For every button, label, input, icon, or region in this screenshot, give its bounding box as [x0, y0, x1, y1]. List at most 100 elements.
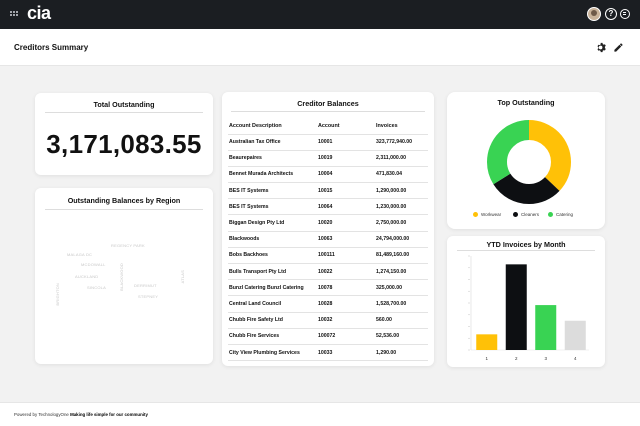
word-cloud-word[interactable]: REGENCY PARK	[111, 243, 145, 248]
table-row[interactable]: Bulls Transport Pty Ltd 10022 1,274,150.00	[228, 263, 428, 281]
cell-invoices: 325,000.00	[375, 279, 428, 297]
cell-description: Bunzl Catering Bunzl Catering	[228, 279, 317, 297]
bar-month-2[interactable]	[505, 264, 527, 350]
table-row[interactable]: Chubb Fire Services 100072 52,536.00	[228, 328, 428, 345]
legend-item-workwear[interactable]: Workwear	[473, 212, 502, 218]
table-row[interactable]: Beaurepaires 10019 2,311,000.00	[228, 150, 428, 167]
cell-description: BES IT Systems	[228, 182, 317, 200]
ytd-bar-chart: 1 2 3 4	[468, 255, 589, 361]
table-header-row: Account Description Account Invoices	[228, 119, 428, 135]
creditor-balances-title: Creditor Balances	[297, 99, 359, 108]
x-tick-label: 3	[544, 356, 547, 361]
help-icon[interactable]: ?	[605, 8, 617, 20]
cell-account: 10033	[317, 344, 375, 362]
cell-account: 10022	[317, 263, 375, 281]
legend-label: Cleaners	[521, 212, 540, 217]
cell-description: Chubb Fire Safety Ltd	[228, 312, 317, 329]
word-cloud-word[interactable]: MCDOWALL	[81, 262, 106, 267]
word-cloud-word[interactable]: AUCKLAND	[75, 274, 98, 279]
cell-invoices: 1,290.00	[375, 344, 428, 362]
legend-item-cleaners[interactable]: Cleaners	[513, 212, 540, 218]
cell-description: Bobs Backhoes	[228, 247, 317, 265]
bar-month-3[interactable]	[535, 305, 557, 350]
word-cloud-word[interactable]: DERRIMUT	[134, 283, 157, 288]
divider	[45, 112, 203, 113]
word-cloud-word[interactable]: BRIGHTON	[55, 283, 60, 306]
cell-invoices: 24,794,000.00	[375, 231, 428, 248]
legend-swatch	[548, 212, 553, 218]
app-logo[interactable]: cia	[27, 3, 51, 24]
cell-description: Australian Tax Office	[228, 134, 317, 151]
cell-invoices: 2,311,000.00	[375, 150, 428, 167]
top-outstanding-card: Top Outstanding Workwear Cleaners Cateri…	[447, 92, 605, 229]
cell-account: 10078	[317, 279, 375, 297]
footer: Powered by TechnologyOne Making life sim…	[0, 402, 640, 426]
avatar[interactable]	[587, 7, 601, 21]
table-row[interactable]: Central Land Council 10028 1,528,700.00	[228, 295, 428, 313]
top-bar: cia ?	[0, 0, 640, 29]
cell-account: 10001	[317, 134, 375, 151]
bar-month-4[interactable]	[564, 320, 586, 350]
region-card: Outstanding Balances by Region REGENCY P…	[35, 188, 213, 364]
table-row[interactable]: Chubb Fire Safety Ltd 10032 560.00	[228, 312, 428, 329]
creditor-balances-card: Creditor Balances Account Description Ac…	[222, 92, 434, 366]
footer-powered: Powered by TechnologyOne	[14, 412, 69, 417]
legend-label: Catering	[556, 212, 574, 217]
cell-description: City View Plumbing Services	[228, 344, 317, 362]
cell-account: 10028	[317, 295, 375, 313]
x-tick-label: 2	[515, 356, 518, 361]
ytd-invoices-card: YTD Invoices by Month 1234	[447, 236, 605, 367]
table-row[interactable]: BES IT Systems 10064 1,230,000.00	[228, 198, 428, 216]
table-row[interactable]: BES IT Systems 10015 1,290,000.00	[228, 182, 428, 200]
footer-text: Powered by TechnologyOne Making life sim…	[14, 412, 148, 417]
legend-swatch	[473, 212, 478, 218]
legend-item-catering[interactable]: Catering	[548, 212, 574, 218]
table-body: Australian Tax Office 10001 323,772,940.00…	[228, 134, 428, 362]
word-cloud-word[interactable]: BLACKWOOD	[119, 263, 124, 291]
table-row[interactable]: Australian Tax Office 10001 323,772,940.00	[228, 134, 428, 151]
cell-description: Bennet Murada Architects	[228, 166, 317, 184]
cell-invoices: 81,489,160.00	[375, 247, 428, 265]
column-header[interactable]: Account	[317, 119, 375, 135]
word-cloud: REGENCY PARK MALAGA DC BLACKWOOD MCDOWAL…	[35, 188, 213, 364]
table-row[interactable]: Biggan Design Pty Ltd 10020 2,750,000.00	[228, 214, 428, 232]
gear-icon[interactable]	[596, 42, 607, 53]
creditor-balances-table: Account Description Account Invoices Aus…	[228, 119, 428, 362]
cell-account: 100072	[317, 328, 375, 345]
table-row[interactable]: Bennet Murada Architects 10004 471,830.04	[228, 166, 428, 184]
cell-account: 10063	[317, 231, 375, 248]
cell-description: BES IT Systems	[228, 198, 317, 216]
table-row[interactable]: Bobs Backhoes 100111 81,489,160.00	[228, 247, 428, 265]
table-row[interactable]: Bunzl Catering Bunzl Catering 10078 325,00…	[228, 279, 428, 297]
word-cloud-word[interactable]: MALAGA DC	[67, 252, 92, 257]
table-row[interactable]: City View Plumbing Services 10033 1,290.00	[228, 344, 428, 362]
table-row[interactable]: Blackwoods 10063 24,794,000.00	[228, 231, 428, 248]
bar-month-1[interactable]	[476, 334, 498, 350]
cell-description: Biggan Design Pty Ltd	[228, 214, 317, 232]
cell-invoices: 1,274,150.00	[375, 263, 428, 281]
cell-account: 100111	[317, 247, 375, 265]
app-grid-icon[interactable]	[10, 11, 18, 17]
menu-icon[interactable]	[620, 9, 630, 19]
word-cloud-word[interactable]: STEPNEY	[138, 294, 158, 299]
cell-account: 10019	[317, 150, 375, 167]
column-header[interactable]: Invoices	[375, 119, 428, 135]
legend-swatch	[513, 212, 518, 218]
cell-account: 10020	[317, 214, 375, 232]
cell-invoices: 1,528,700.00	[375, 295, 428, 313]
cell-invoices: 560.00	[375, 312, 428, 329]
cell-account: 10064	[317, 198, 375, 216]
column-header[interactable]: Account Description	[228, 119, 317, 135]
word-cloud-word[interactable]: SINCOLA	[87, 285, 106, 290]
x-tick-label: 4	[574, 356, 577, 361]
legend-label: Workwear	[481, 212, 502, 217]
cell-description: Beaurepaires	[228, 150, 317, 167]
cell-description: Bulls Transport Pty Ltd	[228, 263, 317, 281]
cell-description: Chubb Fire Services	[228, 328, 317, 345]
cell-account: 10015	[317, 182, 375, 200]
cell-description: Central Land Council	[228, 295, 317, 313]
pencil-icon[interactable]	[613, 42, 624, 53]
cell-invoices: 323,772,940.00	[375, 134, 428, 151]
cell-description: Blackwoods	[228, 231, 317, 248]
word-cloud-word[interactable]: ATLAS	[180, 270, 185, 283]
